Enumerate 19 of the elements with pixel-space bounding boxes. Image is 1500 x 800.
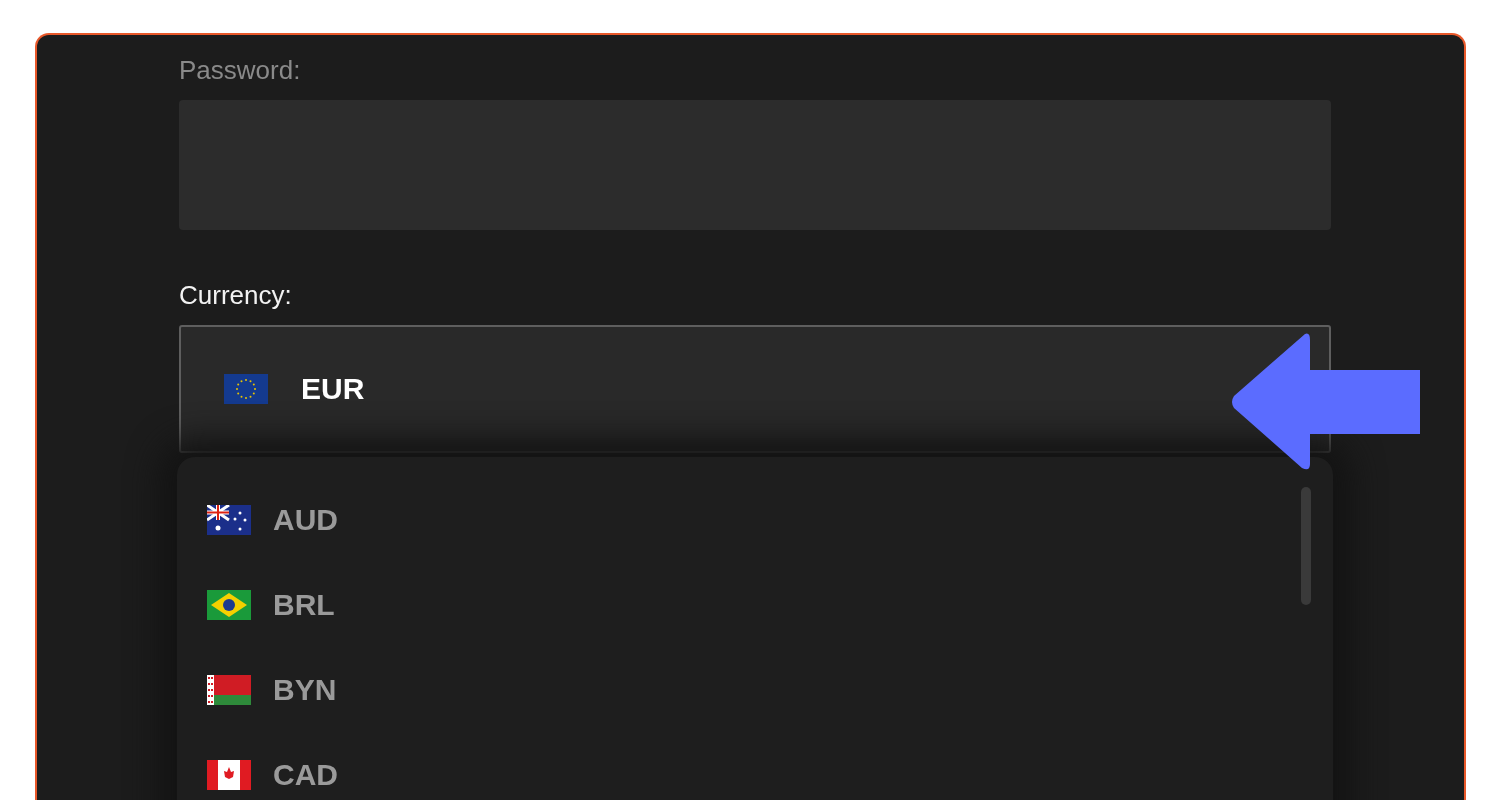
currency-option[interactable]: BRL <box>207 562 1333 647</box>
belarus-flag-icon <box>207 674 251 705</box>
selected-currency: EUR <box>301 372 365 406</box>
currency-code: BYN <box>273 672 337 707</box>
currency-code: BRL <box>273 587 335 622</box>
currency-label: Currency: <box>179 280 292 311</box>
currency-code: CAD <box>273 757 338 792</box>
currency-option[interactable]: CAD <box>207 732 1333 800</box>
brazil-flag-icon <box>207 589 251 620</box>
annotation-arrow-icon <box>1230 332 1422 472</box>
eu-flag-icon <box>224 374 268 404</box>
australia-flag-icon <box>207 504 251 535</box>
scrollbar-thumb[interactable] <box>1301 487 1311 605</box>
currency-option[interactable]: AUD <box>207 477 1333 562</box>
currency-code: AUD <box>273 502 338 537</box>
canada-flag-icon <box>207 759 251 790</box>
currency-option[interactable]: BYN <box>207 647 1333 732</box>
password-label: Password: <box>179 55 301 86</box>
currency-select[interactable]: EUR <box>179 325 1331 453</box>
